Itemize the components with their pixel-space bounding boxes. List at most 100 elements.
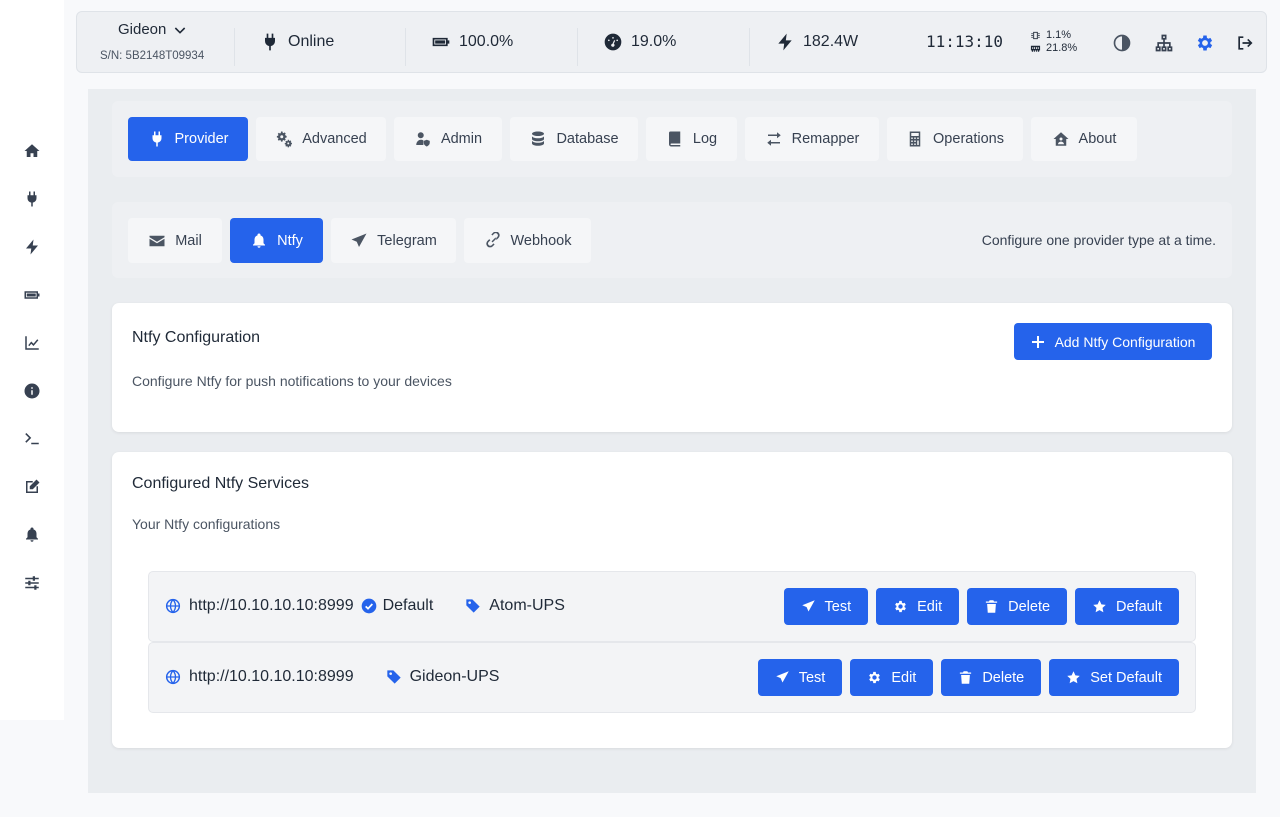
button-label: Delete — [982, 669, 1025, 686]
service-url: http://10.10.10.10:8999 — [189, 597, 354, 614]
tag-icon — [386, 670, 401, 684]
logout-icon[interactable] — [1234, 32, 1256, 54]
subtab-label: Mail — [175, 232, 202, 249]
tab-label: Log — [692, 131, 718, 147]
edit-button[interactable]: Edit — [876, 588, 960, 625]
device-name: Gideon — [118, 21, 167, 38]
subtab-mail[interactable]: Mail — [128, 218, 222, 263]
edit-button[interactable]: Edit — [850, 659, 934, 696]
tab-provider[interactable]: Provider — [128, 117, 248, 161]
home-icon[interactable] — [20, 139, 44, 163]
memory-value: 21.8% — [1046, 42, 1078, 54]
card-description: Your Ntfy configurations — [132, 516, 281, 532]
test-button[interactable]: Test — [757, 659, 843, 696]
tab-label: Provider — [174, 131, 229, 147]
status-text: Online — [288, 33, 335, 50]
load-indicator: 19.0% — [603, 32, 676, 52]
ntfy-config-card: Ntfy Configuration Configure Ntfy for pu… — [112, 303, 1232, 432]
tab-log[interactable]: Log — [646, 117, 737, 161]
tag-label: Atom-UPS — [489, 597, 565, 614]
device-selector[interactable]: Gideon — [118, 21, 188, 38]
service-actions: Test Edit Delete Default — [783, 588, 1179, 625]
star-icon — [1067, 671, 1080, 684]
subtab-webhook[interactable]: Webhook — [464, 218, 591, 263]
globe-icon — [165, 669, 181, 685]
tab-operations[interactable]: Operations — [887, 117, 1023, 161]
bell-icon — [253, 233, 266, 248]
service-tag: Gideon-UPS — [386, 668, 500, 686]
globe-icon — [165, 598, 181, 614]
memory-icon — [1030, 45, 1041, 52]
bell-icon[interactable] — [20, 523, 44, 547]
ntfy-services-card: Configured Ntfy Services Your Ntfy confi… — [112, 452, 1232, 748]
tab-about[interactable]: About — [1031, 117, 1137, 161]
power-indicator: 182.4W — [775, 32, 858, 52]
divider — [749, 28, 750, 66]
subtab-telegram[interactable]: Telegram — [331, 218, 456, 263]
power-value: 182.4W — [803, 33, 859, 50]
card-title: Ntfy Configuration — [132, 329, 261, 346]
trash-icon — [960, 671, 972, 684]
card-description: Configure Ntfy for push notifications to… — [132, 373, 452, 389]
button-label: Add Ntfy Configuration — [1054, 333, 1196, 350]
divider — [405, 28, 406, 66]
tab-label: Admin — [440, 131, 483, 147]
tag-icon — [466, 599, 480, 613]
house-user-icon — [1053, 132, 1069, 146]
bolt-icon[interactable] — [20, 235, 44, 259]
cpu-value: 1.1% — [1046, 29, 1072, 41]
default-badge: Default — [361, 597, 433, 615]
book-icon — [668, 131, 681, 147]
service-url: http://10.10.10.10:8999 — [189, 668, 354, 685]
plug-icon[interactable] — [20, 187, 44, 211]
status-indicator: Online — [260, 32, 334, 52]
battery-icon[interactable] — [20, 283, 44, 307]
terminal-icon[interactable] — [20, 427, 44, 451]
calculator-icon — [909, 131, 921, 147]
battery-indicator: 100.0% — [431, 32, 513, 52]
top-status-bar: Gideon S/N: 5B2148T09934 Online 100.0% 1… — [76, 11, 1267, 73]
tab-admin[interactable]: Admin — [394, 117, 502, 161]
system-usage: 1.1% 21.8% — [1030, 29, 1077, 55]
settings-tabbar: Provider Advanced Admin Database Log Rem… — [112, 101, 1232, 177]
device-serial: S/N: 5B2148T09934 — [100, 50, 205, 62]
test-button[interactable]: Test — [783, 588, 869, 625]
subtab-label: Telegram — [377, 232, 437, 249]
service-actions: Test Edit Delete Set Default — [757, 659, 1179, 696]
add-ntfy-config-button[interactable]: Add Ntfy Configuration — [1014, 323, 1212, 360]
info-icon[interactable] — [20, 379, 44, 403]
tag-label: Gideon-UPS — [409, 668, 500, 685]
sliders-icon[interactable] — [20, 571, 44, 595]
set-default-button[interactable]: Set Default — [1049, 659, 1179, 696]
settings-gear-icon[interactable] — [1194, 32, 1216, 54]
tab-label: Advanced — [302, 131, 367, 147]
delete-button[interactable]: Delete — [967, 588, 1068, 625]
tab-label: Remapper — [791, 131, 860, 147]
service-info: http://10.10.10.10:8999 Default Atom-UPS — [165, 597, 565, 615]
tab-remapper[interactable]: Remapper — [745, 117, 879, 161]
load-value: 19.0% — [631, 33, 677, 50]
provider-subtabbar: Mail Ntfy Telegram Webhook Configure one… — [112, 202, 1232, 278]
bolt-icon — [778, 33, 792, 51]
edit-icon[interactable] — [20, 475, 44, 499]
delete-button[interactable]: Delete — [941, 659, 1042, 696]
tab-label: Database — [556, 131, 619, 147]
tab-database[interactable]: Database — [510, 117, 638, 161]
button-label: Test — [798, 669, 826, 686]
plug-icon — [265, 33, 275, 51]
service-info: http://10.10.10.10:8999 Gideon-UPS — [165, 668, 499, 686]
chart-line-icon[interactable] — [20, 331, 44, 355]
clock: 11:13:10 — [926, 32, 1004, 51]
subtab-label: Ntfy — [277, 232, 303, 249]
tab-advanced[interactable]: Advanced — [256, 117, 386, 161]
provider-hint: Configure one provider type at a time. — [981, 232, 1216, 248]
theme-toggle-icon[interactable] — [1111, 32, 1133, 54]
subtab-ntfy[interactable]: Ntfy — [230, 218, 323, 263]
default-button[interactable]: Default — [1075, 588, 1179, 625]
service-tag: Atom-UPS — [465, 597, 565, 615]
check-circle-icon — [361, 598, 376, 614]
button-label: Set Default — [1090, 669, 1162, 686]
network-icon[interactable] — [1153, 32, 1175, 54]
star-icon — [1093, 600, 1106, 613]
divider — [577, 28, 578, 66]
